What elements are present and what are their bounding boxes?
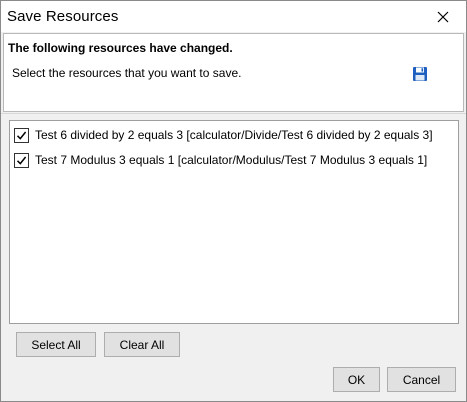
save-resources-dialog: Save Resources The following resources h… xyxy=(0,0,467,402)
header-divider xyxy=(1,113,466,114)
cancel-button[interactable]: Cancel xyxy=(387,367,456,392)
close-icon xyxy=(437,11,449,22)
clear-all-button[interactable]: Clear All xyxy=(104,332,180,357)
header-panel: The following resources have changed. Se… xyxy=(3,33,464,112)
checkmark-icon xyxy=(16,156,27,165)
resource-checkbox[interactable] xyxy=(14,152,29,168)
list-item[interactable]: Test 7 Modulus 3 equals 1 [calculator/Mo… xyxy=(14,151,427,169)
title-bar[interactable]: Save Resources xyxy=(1,1,466,32)
resource-list[interactable]: Test 6 divided by 2 equals 3 [calculator… xyxy=(9,120,459,324)
resource-label: Test 6 divided by 2 equals 3 [calculator… xyxy=(35,128,433,142)
header-title: The following resources have changed. xyxy=(8,41,233,55)
save-icon xyxy=(413,67,427,81)
checkmark-icon xyxy=(16,131,27,140)
ok-button[interactable]: OK xyxy=(333,367,380,392)
header-description: Select the resources that you want to sa… xyxy=(12,66,242,80)
resource-label: Test 7 Modulus 3 equals 1 [calculator/Mo… xyxy=(35,153,428,167)
close-button[interactable] xyxy=(420,1,466,32)
window-title: Save Resources xyxy=(7,8,119,25)
resource-checkbox[interactable] xyxy=(14,127,29,143)
select-all-button[interactable]: Select All xyxy=(16,332,96,357)
list-item[interactable]: Test 6 divided by 2 equals 3 [calculator… xyxy=(14,126,433,144)
